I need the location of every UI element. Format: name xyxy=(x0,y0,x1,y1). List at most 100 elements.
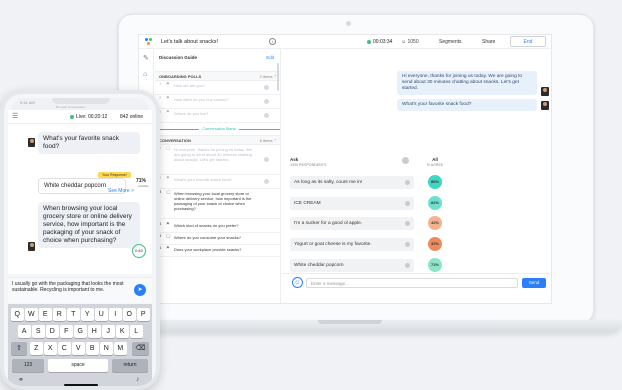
key-p[interactable]: P xyxy=(137,308,150,321)
key-b[interactable]: B xyxy=(86,342,99,355)
key-w[interactable]: W xyxy=(25,308,38,321)
phone-live-timer: Live: 00:20:12 xyxy=(70,114,107,120)
guide-item[interactable]: 3 ◯ When browsing your local grocery stor… xyxy=(155,189,280,219)
key-c[interactable]: C xyxy=(58,342,71,355)
status-dot-icon xyxy=(264,179,269,184)
phone-live-text: Live: 00:20:12 xyxy=(76,114,108,120)
guide-scrollbar[interactable] xyxy=(277,63,279,91)
status-dot-icon xyxy=(405,242,410,247)
item-number: 3 xyxy=(159,109,162,114)
phone-composer[interactable]: I usually go with the packaging that loo… xyxy=(8,277,152,303)
key-g[interactable]: G xyxy=(74,325,87,338)
see-more-link[interactable]: See More > xyxy=(108,188,134,194)
item-text: How often do you buy snacks? xyxy=(174,97,229,102)
microphone-icon[interactable]: ♪ xyxy=(136,376,140,383)
number-key[interactable]: 123 xyxy=(12,359,44,372)
key-j[interactable]: J xyxy=(102,325,115,338)
phone-frame: 9:41 AM Remesh Conversation ☰ Live: 00:2… xyxy=(0,90,160,390)
all-segment-label: All xyxy=(432,157,438,162)
message-input[interactable]: Enter a message... xyxy=(306,278,518,288)
key-y[interactable]: Y xyxy=(81,308,94,321)
phone-draft-text[interactable]: I usually go with the packaging that loo… xyxy=(12,281,132,293)
key-i[interactable]: I xyxy=(109,308,122,321)
key-r[interactable]: R xyxy=(53,308,66,321)
conversation-title: Let's talk about snacks! xyxy=(161,39,218,45)
key-k[interactable]: K xyxy=(116,325,129,338)
globe-icon[interactable]: ⚭ xyxy=(18,376,24,384)
guide-item[interactable]: 2 ⚑ What's your favorite snack food? xyxy=(155,175,280,189)
key-o[interactable]: O xyxy=(123,308,136,321)
space-key[interactable]: space xyxy=(48,359,108,372)
answer-row[interactable]: White cheddar popcorn xyxy=(290,259,414,272)
key-s[interactable]: S xyxy=(32,325,45,338)
home-icon[interactable]: ⌂ xyxy=(143,71,150,78)
key-f[interactable]: F xyxy=(60,325,73,338)
avatar xyxy=(28,138,35,147)
end-button[interactable]: End xyxy=(510,36,546,47)
onboarding-section-header[interactable]: ONBOARDING POLLS 2 items ⌃ xyxy=(155,71,280,81)
item-number: 4 xyxy=(159,221,162,226)
key-q[interactable]: Q xyxy=(11,308,24,321)
guide-item[interactable]: 3 ⚑ Where do you live? xyxy=(155,109,280,123)
conversation-section-header[interactable]: CONVERSATION 6 items ⌃ xyxy=(155,135,280,145)
key-l[interactable]: L xyxy=(130,325,143,338)
key-h[interactable]: H xyxy=(88,325,101,338)
edit-icon[interactable]: ✎ xyxy=(143,55,150,62)
return-key[interactable]: return xyxy=(112,359,148,372)
agree-percent-badge: 82% xyxy=(428,196,442,210)
send-button[interactable]: Send xyxy=(522,278,546,288)
item-text: How old are you? xyxy=(174,83,206,88)
key-x[interactable]: X xyxy=(44,342,57,355)
phone-header: ☰ Live: 00:20:12 842 online xyxy=(8,110,152,124)
item-text: Which kind of snacks do you prefer? xyxy=(174,223,239,228)
item-text: Hi everyone, thanks for joining us today… xyxy=(174,147,252,162)
info-icon[interactable]: i xyxy=(269,38,276,45)
camera-dot xyxy=(346,21,351,26)
agree-percent-badge: 86% xyxy=(428,175,442,189)
answer-text: As long as its salty, count me in! xyxy=(294,180,363,185)
guide-item[interactable]: 6 ⚑ Does your workplace provide snacks? xyxy=(155,245,280,257)
chat-icon: ◯ xyxy=(166,233,171,238)
key-d[interactable]: D xyxy=(46,325,59,338)
key-t[interactable]: T xyxy=(67,308,80,321)
shift-key[interactable]: ⇧ xyxy=(11,342,27,355)
guide-item[interactable]: 2 ⚑ How often do you buy snacks? xyxy=(155,95,280,109)
key-m[interactable]: M xyxy=(114,342,127,355)
guide-item[interactable]: 1 ⚑ How old are you? xyxy=(155,81,280,95)
settings-icon[interactable] xyxy=(402,157,409,164)
delete-key[interactable]: ⌫ xyxy=(132,342,149,355)
emoji-icon[interactable]: ☺ xyxy=(292,277,303,288)
share-button[interactable]: Share xyxy=(482,39,495,45)
status-dot-icon xyxy=(405,201,410,206)
answer-row[interactable]: ICE CREAM xyxy=(290,197,414,210)
agree-percent-badge: 32% xyxy=(428,237,442,251)
status-dot-icon xyxy=(405,180,410,185)
key-n[interactable]: N xyxy=(100,342,113,355)
answer-text: Yogurt or goat cheese is my favorite. xyxy=(294,242,372,247)
answer-row[interactable]: As long as its salty, count me in! xyxy=(290,176,414,189)
answer-row[interactable]: Yogurt or goat cheese is my favorite. xyxy=(290,238,414,251)
agree-percent-badge: 42% xyxy=(428,216,442,230)
key-v[interactable]: V xyxy=(72,342,85,355)
key-a[interactable]: A xyxy=(18,325,31,338)
guide-item[interactable]: 1 ◯ Hi everyone, thanks for joining us to… xyxy=(155,145,280,175)
key-u[interactable]: U xyxy=(95,308,108,321)
flag-icon: ⚑ xyxy=(166,175,170,180)
guide-item[interactable]: 5 ◯ Where do you consume your snacks? xyxy=(155,233,280,245)
moderator-message: Hi everyone, thanks for joining us today… xyxy=(397,71,537,95)
answer-row[interactable]: I'm a sucker for a good ol apple. xyxy=(290,217,414,230)
status-subtitle: Remesh Conversation xyxy=(56,105,86,109)
menu-icon[interactable]: ☰ xyxy=(12,113,18,120)
flag-icon: ⚑ xyxy=(166,95,170,100)
item-number: 1 xyxy=(159,81,162,86)
key-e[interactable]: E xyxy=(39,308,52,321)
guide-edit-link[interactable]: Edit xyxy=(266,55,274,60)
segments-button[interactable]: Segments xyxy=(439,39,462,45)
live-time: 00:03:34 xyxy=(373,39,393,45)
key-z[interactable]: Z xyxy=(30,342,43,355)
flag-icon: ⚑ xyxy=(166,245,170,250)
guide-item[interactable]: 4 ⚑ Which kind of snacks do you prefer? xyxy=(155,221,280,233)
item-number: 1 xyxy=(159,145,162,150)
item-number: 6 xyxy=(159,245,162,250)
send-arrow-icon[interactable]: ➤ xyxy=(134,284,146,296)
